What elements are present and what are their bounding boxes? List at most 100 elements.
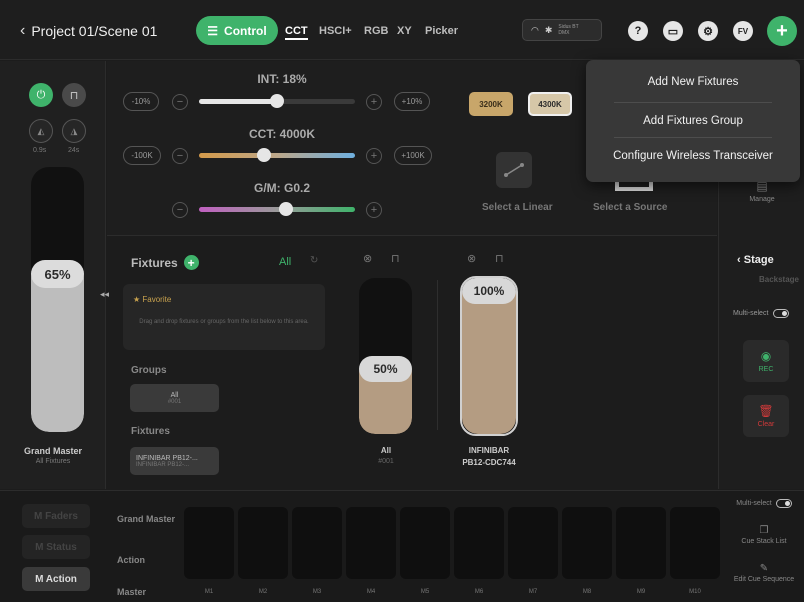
power-button[interactable]: ⏻ [29,83,53,107]
connection-status[interactable]: ◠ ✱ Sidus BT DMX [522,19,602,41]
manage-label: Manage [749,196,775,203]
fade-in-button[interactable]: ◭ [29,119,53,143]
cue-label: M4 [366,589,376,595]
clear-button[interactable]: 🗑︎ Clear [743,395,789,437]
lock-button[interactable]: ⊓ [62,83,86,107]
cue-slot[interactable] [400,507,450,579]
close-circle-icon[interactable]: ⊗ [363,252,372,265]
close-circle-icon[interactable]: ⊗ [467,252,476,265]
cue-slot[interactable] [238,507,288,579]
settings-icon[interactable]: ⚙ [698,21,718,41]
fade-in-time: 0.9s [33,147,47,154]
grand-master-fader[interactable]: 65% [31,167,84,432]
linear-icon [504,163,524,177]
collapse-icon[interactable]: ◂◂ [100,289,109,300]
cue-label: M3 [312,589,322,595]
gm-slider[interactable] [199,202,355,216]
gm-slider-knob[interactable] [279,202,293,216]
tab-hsci[interactable]: HSCI+ [319,25,352,37]
refresh-icon[interactable]: ↻ [310,255,318,266]
group-chip-id: #001 [167,398,182,405]
select-linear-button[interactable] [496,152,532,188]
cue-slot[interactable] [346,507,396,579]
fader-all-thumb[interactable]: 50% [359,356,412,382]
cue-label: M8 [582,589,592,595]
favorite-title: ★ Favorite [133,295,172,304]
clear-label: Clear [757,421,775,428]
m-action-button[interactable]: M Action [22,567,90,591]
row-label-action: Action [117,555,145,565]
backstage-link[interactable]: Backstage [733,275,799,284]
int-slider-fill [199,99,277,104]
stage-title[interactable]: ‹ Stage [737,254,774,266]
preset-4300k[interactable]: 4300K [528,92,572,116]
cue-slot[interactable] [184,507,234,579]
cue-slot[interactable] [562,507,612,579]
cue-slot[interactable] [292,507,342,579]
cct-increment-icon[interactable]: + [366,148,382,164]
gm-decrement-icon[interactable]: − [172,202,188,218]
control-button[interactable]: ☰ Control [196,16,278,45]
int-slider-knob[interactable] [270,94,284,108]
gm-increment-icon[interactable]: + [366,202,382,218]
fader-divider [437,280,438,430]
fader-all[interactable]: 50% [359,278,412,434]
cct-plus-button[interactable]: +100K [394,146,432,165]
multiselect-toggle[interactable]: Multi-select [733,309,790,318]
tab-picker[interactable]: Picker [425,25,458,37]
menu-divider [614,137,772,138]
select-source-label: Select a Source [593,202,668,213]
favorite-drop-area[interactable] [123,284,325,350]
preset-3200k[interactable]: 3200K [469,92,513,116]
int-plus-button[interactable]: +10% [394,92,430,111]
cue-stack-button[interactable]: ❐ Cue Stack List [728,525,800,545]
stack-icon: ❐ [759,525,769,536]
fixture-chip-name: INFINIBAR PB12-... [136,454,198,462]
cct-slider-knob[interactable] [257,148,271,162]
cue-slot[interactable] [454,507,504,579]
group-chip-all[interactable]: All #001 [130,384,219,412]
int-increment-icon[interactable]: + [366,94,382,110]
help-icon[interactable]: ? [628,21,648,41]
tab-cct[interactable]: CCT [285,25,308,40]
int-slider[interactable] [199,94,355,108]
fader-infinibar-thumb[interactable]: 100% [462,278,516,304]
menu-configure-wireless[interactable]: Configure Wireless Transceiver [586,150,800,162]
m-status-button[interactable]: M Status [22,535,90,559]
edit-cue-button[interactable]: ✎ Edit Cue Sequence [728,563,800,583]
menu-add-fixtures-group[interactable]: Add Fixtures Group [586,115,800,127]
fade-in-icon: ◭ [37,125,45,136]
manage-button[interactable]: ▤ Manage [729,179,795,215]
fixtures-filter-all[interactable]: All [279,256,291,268]
add-fixture-icon[interactable]: + [183,255,199,270]
int-minus-button[interactable]: -10% [123,92,159,111]
fade-out-button[interactable]: ◮ [62,119,86,143]
avatar[interactable]: FV [733,21,753,41]
rec-button[interactable]: ◉ REC [743,340,789,382]
grand-master-thumb[interactable]: 65% [31,260,84,288]
sliders-icon: ☰ [207,23,219,38]
cue-slot[interactable] [616,507,666,579]
cue-label: M6 [474,589,484,595]
int-decrement-icon[interactable]: − [172,94,188,110]
toggle-icon [773,309,790,318]
unlock-icon[interactable]: ⊓ [495,252,504,265]
tab-xy[interactable]: XY [397,25,412,37]
menu-add-new-fixtures[interactable]: Add New Fixtures [586,76,800,88]
bottom-multiselect-toggle[interactable]: Multi-select [728,499,800,508]
unlock-icon[interactable]: ⊓ [391,252,400,265]
row-label-grand-master: Grand Master [117,514,176,524]
cue-slot[interactable] [508,507,558,579]
back-button[interactable]: ‹ Project 01/Scene 01 [20,22,157,40]
message-icon[interactable]: ▭ [663,21,683,41]
cct-slider[interactable] [199,148,355,162]
m-faders-button[interactable]: M Faders [22,504,90,528]
fixture-chip[interactable]: INFINIBAR PB12-... INFINIBAR PB12-... [130,447,219,475]
cct-minus-button[interactable]: -100K [123,146,161,165]
group-chip-name: All [170,391,179,399]
cue-slot[interactable] [670,507,720,579]
cct-decrement-icon[interactable]: − [172,148,188,164]
tab-rgb[interactable]: RGB [364,25,388,37]
fader-infinibar[interactable]: 100% [460,276,518,436]
add-button[interactable]: + [767,16,797,46]
